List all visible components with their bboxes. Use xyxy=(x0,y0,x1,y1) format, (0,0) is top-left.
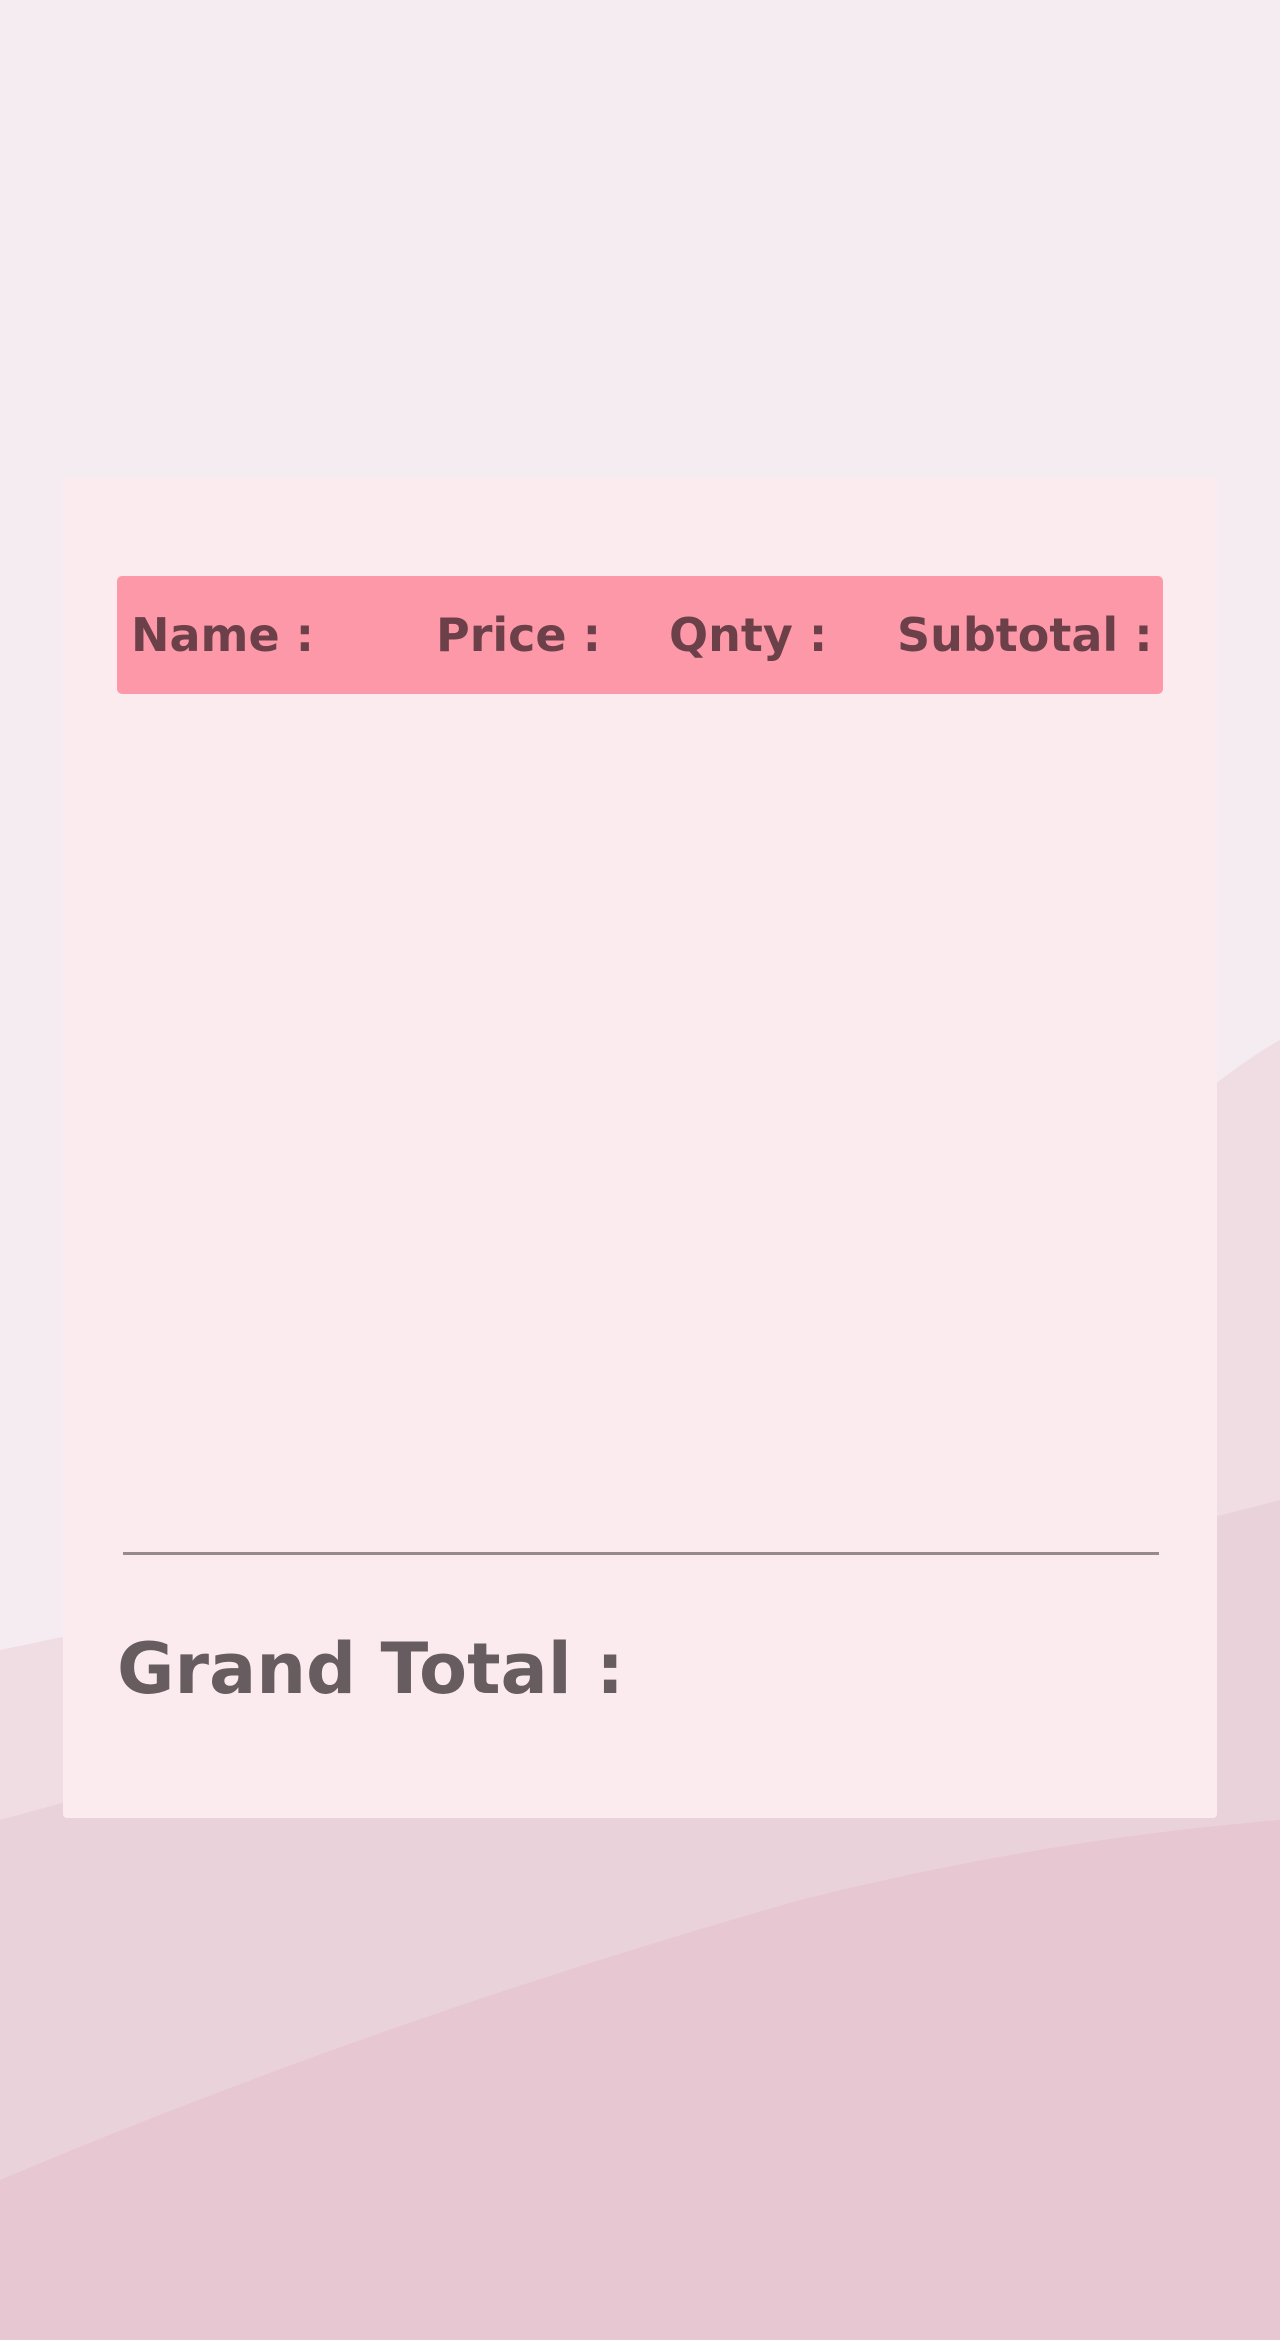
grand-total-label: Grand Total : xyxy=(117,1628,625,1710)
cart-card: Name : Price : Qnty : Subtotal : Grand T… xyxy=(63,478,1217,1818)
column-header-name: Name : xyxy=(131,608,315,662)
cart-items-list xyxy=(117,704,1163,1524)
column-header-subtotal: Subtotal : xyxy=(897,608,1153,662)
column-header-price: Price : xyxy=(436,608,602,662)
divider xyxy=(123,1552,1159,1555)
column-header-qnty: Qnty : xyxy=(669,608,828,662)
cart-table-header: Name : Price : Qnty : Subtotal : xyxy=(117,576,1163,694)
